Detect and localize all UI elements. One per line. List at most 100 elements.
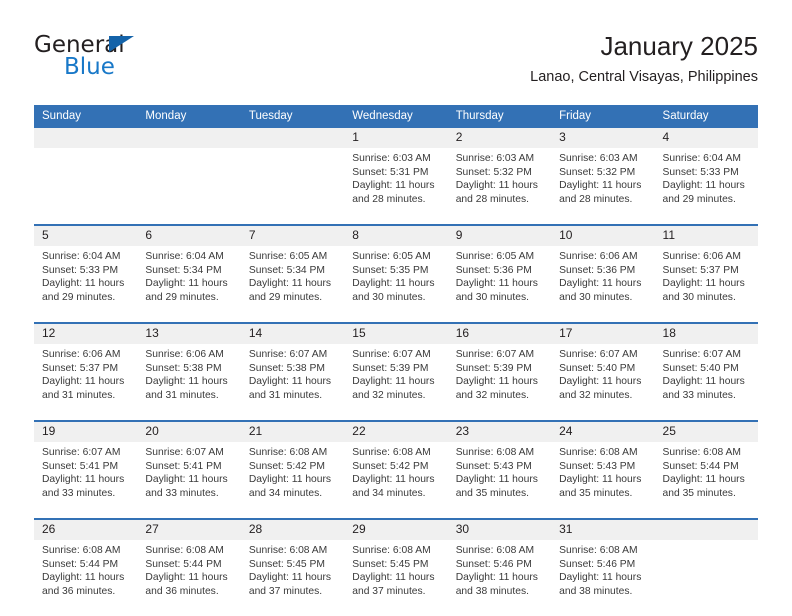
day-number[interactable]: 19 <box>34 420 138 442</box>
day-number[interactable]: 25 <box>654 420 758 442</box>
sunset-text: Sunset: 5:37 PM <box>42 362 119 374</box>
day-cell[interactable]: Sunrise: 6:08 AM Sunset: 5:44 PM Dayligh… <box>654 442 758 519</box>
day-number[interactable]: 10 <box>551 224 655 246</box>
day-number[interactable]: 6 <box>137 224 241 246</box>
sunrise-text: Sunrise: 6:04 AM <box>42 251 121 262</box>
day-cell[interactable]: Sunrise: 6:08 AM Sunset: 5:46 PM Dayligh… <box>447 540 552 616</box>
day-number[interactable]: 26 <box>34 518 138 540</box>
day-number[interactable]: 18 <box>654 322 758 344</box>
day-cell[interactable]: Sunrise: 6:07 AM Sunset: 5:40 PM Dayligh… <box>551 344 655 421</box>
day-number[interactable]: 13 <box>137 322 241 344</box>
title-block: January 2025 Lanao, Central Visayas, Phi… <box>530 30 758 88</box>
day-cell[interactable]: Sunrise: 6:06 AM Sunset: 5:38 PM Dayligh… <box>137 344 241 421</box>
day-number[interactable]: 7 <box>240 224 345 246</box>
day-cell[interactable]: Sunrise: 6:07 AM Sunset: 5:38 PM Dayligh… <box>240 344 345 421</box>
daylight-text-line1: Daylight: 11 hours <box>248 572 332 584</box>
triangle-icon <box>109 36 134 52</box>
day-number[interactable]: 27 <box>137 518 241 540</box>
day-number[interactable]: 16 <box>447 322 552 344</box>
day-number[interactable]: 11 <box>654 224 758 246</box>
day-cell[interactable] <box>654 540 758 616</box>
day-number[interactable]: 29 <box>344 518 448 540</box>
daylight-text-line1: Daylight: 11 hours <box>352 278 435 290</box>
day-number[interactable]: 30 <box>447 518 552 540</box>
day-cell[interactable]: Sunrise: 6:05 AM Sunset: 5:36 PM Dayligh… <box>447 246 552 323</box>
day-cell[interactable] <box>240 148 345 225</box>
day-number[interactable]: 21 <box>240 420 345 442</box>
week-row-details: Sunrise: 6:08 AM Sunset: 5:44 PM Dayligh… <box>34 540 758 616</box>
day-cell[interactable]: Sunrise: 6:08 AM Sunset: 5:43 PM Dayligh… <box>551 442 655 519</box>
day-cell[interactable]: Sunrise: 6:07 AM Sunset: 5:40 PM Dayligh… <box>654 344 758 421</box>
day-cell[interactable]: Sunrise: 6:08 AM Sunset: 5:45 PM Dayligh… <box>344 540 448 616</box>
day-cell[interactable]: Sunrise: 6:04 AM Sunset: 5:34 PM Dayligh… <box>137 246 241 323</box>
day-cell[interactable]: Sunrise: 6:05 AM Sunset: 5:35 PM Dayligh… <box>344 246 448 323</box>
sunrise-text: Sunrise: 6:08 AM <box>662 447 741 458</box>
brand-name-blue: Blue <box>64 54 115 80</box>
day-number[interactable]: 20 <box>137 420 241 442</box>
weekday-header-tuesday: Tuesday <box>240 105 345 128</box>
day-cell[interactable]: Sunrise: 6:04 AM Sunset: 5:33 PM Dayligh… <box>654 148 758 225</box>
day-number[interactable]: 4 <box>654 128 758 148</box>
sunrise-text: Sunrise: 6:08 AM <box>559 545 638 556</box>
brand-logo[interactable]: General Blue <box>34 32 224 88</box>
day-cell[interactable]: Sunrise: 6:08 AM Sunset: 5:42 PM Dayligh… <box>240 442 345 519</box>
calendar-page: General Blue January 2025 Lanao, Central… <box>0 0 792 616</box>
day-number[interactable]: 28 <box>240 518 345 540</box>
day-cell[interactable]: Sunrise: 6:05 AM Sunset: 5:34 PM Dayligh… <box>240 246 345 323</box>
day-cell[interactable]: Sunrise: 6:03 AM Sunset: 5:32 PM Dayligh… <box>447 148 552 225</box>
daylight-text-line1: Daylight: 11 hours <box>455 474 538 486</box>
day-number[interactable] <box>654 518 758 540</box>
day-number[interactable]: 2 <box>447 128 552 148</box>
day-cell[interactable]: Sunrise: 6:08 AM Sunset: 5:44 PM Dayligh… <box>137 540 241 616</box>
page-subtitle: Lanao, Central Visayas, Philippines <box>530 69 758 85</box>
day-number[interactable]: 15 <box>344 322 448 344</box>
day-cell[interactable]: Sunrise: 6:06 AM Sunset: 5:37 PM Dayligh… <box>34 344 138 421</box>
week-row-details: Sunrise: 6:04 AM Sunset: 5:33 PM Dayligh… <box>34 246 758 323</box>
day-cell[interactable]: Sunrise: 6:07 AM Sunset: 5:39 PM Dayligh… <box>447 344 552 421</box>
daylight-text-line1: Daylight: 11 hours <box>559 474 642 486</box>
day-cell[interactable] <box>137 148 241 225</box>
day-cell[interactable]: Sunrise: 6:03 AM Sunset: 5:32 PM Dayligh… <box>551 148 655 225</box>
daylight-text-line1: Daylight: 11 hours <box>42 572 125 584</box>
daylight-text-line2: and 37 minutes. <box>352 585 426 597</box>
day-cell[interactable]: Sunrise: 6:06 AM Sunset: 5:36 PM Dayligh… <box>551 246 655 323</box>
day-cell[interactable]: Sunrise: 6:08 AM Sunset: 5:46 PM Dayligh… <box>551 540 655 616</box>
day-number[interactable]: 31 <box>551 518 655 540</box>
day-number[interactable]: 14 <box>240 322 345 344</box>
sunrise-text: Sunrise: 6:07 AM <box>662 349 741 360</box>
day-cell[interactable]: Sunrise: 6:08 AM Sunset: 5:43 PM Dayligh… <box>447 442 552 519</box>
day-number[interactable]: 17 <box>551 322 655 344</box>
sunset-text: Sunset: 5:34 PM <box>248 264 325 276</box>
sunset-text: Sunset: 5:42 PM <box>352 460 429 472</box>
daylight-text-line1: Daylight: 11 hours <box>248 474 332 486</box>
day-number[interactable]: 23 <box>447 420 552 442</box>
day-cell[interactable]: Sunrise: 6:08 AM Sunset: 5:44 PM Dayligh… <box>34 540 138 616</box>
day-cell[interactable]: Sunrise: 6:07 AM Sunset: 5:41 PM Dayligh… <box>34 442 138 519</box>
daylight-text-line1: Daylight: 11 hours <box>352 474 435 486</box>
day-cell[interactable]: Sunrise: 6:07 AM Sunset: 5:39 PM Dayligh… <box>344 344 448 421</box>
daylight-text-line2: and 36 minutes. <box>42 585 116 597</box>
sunset-text: Sunset: 5:40 PM <box>662 362 739 374</box>
day-cell[interactable]: Sunrise: 6:06 AM Sunset: 5:37 PM Dayligh… <box>654 246 758 323</box>
daylight-text-line2: and 37 minutes. <box>248 585 323 597</box>
day-cell[interactable]: Sunrise: 6:08 AM Sunset: 5:45 PM Dayligh… <box>240 540 345 616</box>
daylight-text-line2: and 33 minutes. <box>145 487 219 499</box>
day-cell[interactable]: Sunrise: 6:04 AM Sunset: 5:33 PM Dayligh… <box>34 246 138 323</box>
day-number[interactable]: 8 <box>344 224 448 246</box>
day-number[interactable] <box>34 128 138 148</box>
day-number[interactable]: 5 <box>34 224 138 246</box>
day-number[interactable]: 1 <box>344 128 448 148</box>
day-number[interactable]: 24 <box>551 420 655 442</box>
day-cell[interactable]: Sunrise: 6:07 AM Sunset: 5:41 PM Dayligh… <box>137 442 241 519</box>
day-number[interactable]: 9 <box>447 224 552 246</box>
day-number[interactable] <box>240 128 345 148</box>
day-number[interactable] <box>137 128 241 148</box>
day-cell[interactable]: Sunrise: 6:08 AM Sunset: 5:42 PM Dayligh… <box>344 442 448 519</box>
daylight-text-line1: Daylight: 11 hours <box>42 474 125 486</box>
day-number[interactable]: 3 <box>551 128 655 148</box>
day-cell[interactable] <box>34 148 138 225</box>
day-cell[interactable]: Sunrise: 6:03 AM Sunset: 5:31 PM Dayligh… <box>344 148 448 225</box>
daylight-text-line2: and 36 minutes. <box>145 585 219 597</box>
day-number[interactable]: 12 <box>34 322 138 344</box>
day-number[interactable]: 22 <box>344 420 448 442</box>
